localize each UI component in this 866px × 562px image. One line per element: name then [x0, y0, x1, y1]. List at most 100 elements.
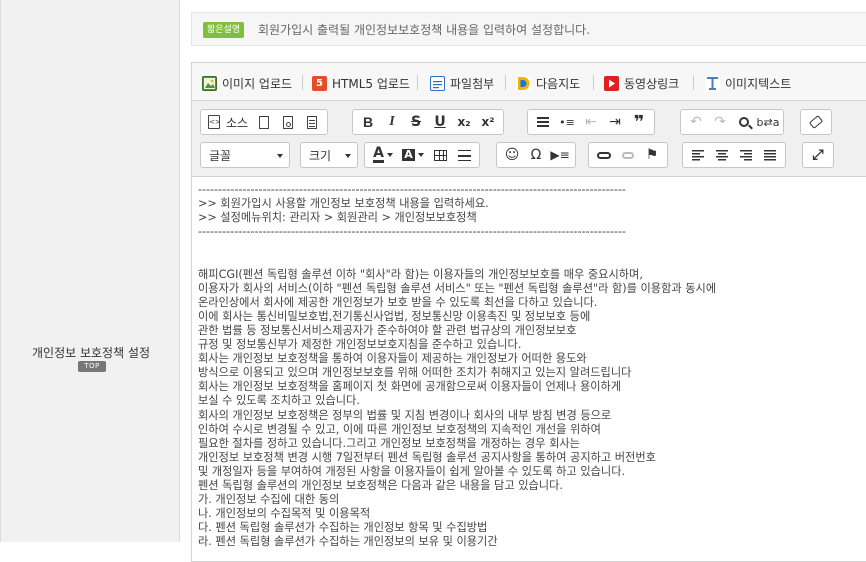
font-family-select[interactable]: 글꼴 — [200, 142, 290, 168]
content-line: 해피CGI(펜션 독립형 솔루션 이하 "회사"라 함)는 이용자들의 개인정보… — [198, 267, 643, 281]
text-color-button[interactable]: A — [368, 144, 398, 166]
content-line: 인하여 수시로 변경될 수 있고, 이에 따른 개인정보 보호정책의 지속적인 … — [198, 422, 601, 436]
file-icon — [430, 75, 445, 91]
blockquote-button[interactable]: ❞ — [627, 111, 651, 133]
short-description-text: 회원가입시 출력될 개인정보보호정책 내용을 입력하여 설정합니다. — [258, 23, 591, 37]
image-text-button[interactable]: 이미지텍스트 — [705, 74, 791, 92]
strikethrough-button[interactable]: S — [404, 111, 428, 133]
smiley-icon: ☺ — [504, 147, 520, 163]
field-label: 개인정보 보호정책 설정 — [31, 346, 151, 360]
numbered-list-icon — [537, 117, 549, 127]
table-icon — [433, 149, 447, 161]
content-line: 온라인상에서 회사에 제공한 개인정보가 보호 받을 수 있도록 최선을 다하고… — [198, 295, 598, 309]
insert-group: ☺ Ω ▶≡ — [496, 142, 576, 168]
align-left-button[interactable] — [686, 144, 710, 166]
indent-button[interactable]: ⇥ — [603, 111, 627, 133]
special-char-button[interactable]: Ω — [524, 144, 548, 166]
link-group: ⚑ — [588, 142, 668, 168]
justify-icon — [764, 149, 776, 161]
content-line: 관한 법률 등 정보통신서비스제공자가 준수하여야 할 관련 법규상의 개인정보… — [198, 323, 577, 337]
new-page-button[interactable] — [252, 111, 276, 133]
html5-icon: 5 — [312, 75, 327, 91]
source-label: 소스 — [226, 115, 249, 130]
italic-button[interactable]: I — [380, 111, 404, 133]
link-button[interactable] — [592, 144, 616, 166]
content-line: 회사는 개인정보 보호정책을 통하여 이용자들이 제공하는 개인정보가 어떠한 … — [198, 352, 587, 366]
link-icon — [597, 151, 611, 159]
redo-button[interactable]: ↷ — [708, 111, 732, 133]
unlink-icon — [622, 151, 634, 159]
short-description-box: 짧은설명 회원가입시 출력될 개인정보보호정책 내용을 입력하여 설정합니다. — [191, 12, 866, 46]
replace-icon: b⇄a — [756, 115, 780, 129]
template-button[interactable] — [300, 111, 324, 133]
page-break-icon: ▶≡ — [550, 148, 570, 162]
view-group: ⤢ — [802, 142, 834, 168]
daum-map-button[interactable]: 다음지도 — [516, 74, 580, 92]
editor-content-area[interactable]: ----------------------------------------… — [192, 177, 866, 549]
formatting-toolbar: <> 소스 B I S U x₂ x² •≡ ⇤ ⇥ ❞ ↶ ↷ b⇄a 글꼴 … — [192, 101, 866, 177]
page-break-button[interactable]: ▶≡ — [548, 144, 572, 166]
content-line: 회사의 개인정보 보호정책은 정부의 법률 및 지침 변경이나 회사의 내부 방… — [198, 408, 612, 422]
superscript-button[interactable]: x² — [476, 111, 500, 133]
image-icon — [202, 75, 217, 91]
align-right-button[interactable] — [734, 144, 758, 166]
remove-format-button[interactable] — [804, 111, 828, 133]
bullet-list-icon: •≡ — [559, 115, 575, 129]
anchor-button[interactable]: ⚑ — [640, 144, 664, 166]
content-line — [198, 253, 866, 267]
maximize-icon: ⤢ — [812, 147, 824, 163]
numbered-list-button[interactable] — [531, 111, 555, 133]
chevron-down-icon — [277, 154, 283, 158]
bullet-list-button[interactable]: •≡ — [555, 111, 579, 133]
top-button[interactable]: TOP — [78, 361, 106, 372]
image-text-icon — [705, 75, 720, 91]
align-right-icon — [740, 149, 752, 161]
field-label-column: 개인정보 보호정책 설정 TOP — [0, 0, 180, 542]
source-button[interactable]: <> 소스 — [204, 111, 252, 133]
bg-color-button[interactable]: A — [398, 144, 428, 166]
content-line: >> 회원가입시 사용할 개인정보 보호정책 내용을 입력하세요. — [198, 197, 489, 211]
replace-button[interactable]: b⇄a — [756, 111, 780, 133]
justify-button[interactable] — [758, 144, 782, 166]
text-style-group: B I S U x₂ x² — [352, 109, 504, 135]
bold-button[interactable]: B — [356, 111, 380, 133]
content-line: 이에 회사는 통신비밀보호법,전기통신사업법, 정보통신망 이용촉진 및 정보보… — [198, 309, 591, 323]
underline-button[interactable]: U — [428, 111, 452, 133]
search-icon — [739, 117, 753, 130]
horizontal-rule-button[interactable] — [452, 144, 476, 166]
font-size-select[interactable]: 크기 — [300, 142, 358, 168]
html5-upload-button[interactable]: 5 HTML5 업로드 — [312, 74, 410, 92]
outdent-button[interactable]: ⇤ — [579, 111, 603, 133]
content-line: >> 설정메뉴위치: 관리자 > 회원관리 > 개인정보보호정책 — [198, 211, 477, 225]
find-button[interactable] — [732, 111, 756, 133]
align-center-button[interactable] — [710, 144, 734, 166]
edit-group: ↶ ↷ b⇄a — [680, 109, 784, 135]
rich-text-editor: 이미지 업로드 5 HTML5 업로드 파일첨부 다음지도 동영상링크 이미지텍… — [191, 62, 866, 562]
indent-icon: ⇥ — [609, 114, 621, 130]
content-line: 회사는 개인정보 보호정책을 홈페이지 첫 화면에 공개함으로써 이용자들이 언… — [198, 380, 622, 394]
content-line — [198, 239, 866, 253]
subscript-button[interactable]: x₂ — [452, 111, 476, 133]
bg-color-icon: A — [402, 148, 415, 161]
content-line: 규정 및 정보통신부가 제정한 개인정보보호지침을 준수하고 있습니다. — [198, 338, 522, 352]
file-attach-button[interactable]: 파일첨부 — [430, 74, 494, 92]
align-group — [682, 142, 786, 168]
editor-plugin-bar: 이미지 업로드 5 HTML5 업로드 파일첨부 다음지도 동영상링크 이미지텍… — [192, 63, 866, 101]
content-line: 라. 펜션 독립형 솔루션가 수집하는 개인정보의 보유 및 이용기간 — [198, 535, 498, 549]
flag-icon: ⚑ — [645, 147, 659, 163]
image-upload-button[interactable]: 이미지 업로드 — [202, 74, 292, 92]
preview-button[interactable] — [276, 111, 300, 133]
content-line: 필요한 절차를 정하고 있습니다.그리고 개인정보 보호정책을 개정하는 경우 … — [198, 436, 580, 450]
video-link-button[interactable]: 동영상링크 — [604, 74, 679, 92]
emoticon-button[interactable]: ☺ — [500, 144, 524, 166]
maximize-button[interactable]: ⤢ — [806, 144, 830, 166]
redo-icon: ↷ — [714, 114, 726, 130]
unlink-button[interactable] — [616, 144, 640, 166]
content-line: 및 개정일자 등을 부여하여 개정된 사항을 이용자들이 쉽게 알아볼 수 있도… — [198, 464, 626, 478]
document-group: <> 소스 — [200, 109, 329, 135]
content-line: 다. 펜션 독립형 솔루션가 수집하는 개인정보 항목 및 수집방법 — [198, 521, 488, 535]
source-icon: <> — [208, 115, 221, 129]
undo-button[interactable]: ↶ — [684, 111, 708, 133]
table-button[interactable] — [428, 144, 452, 166]
outdent-icon: ⇤ — [585, 114, 597, 130]
